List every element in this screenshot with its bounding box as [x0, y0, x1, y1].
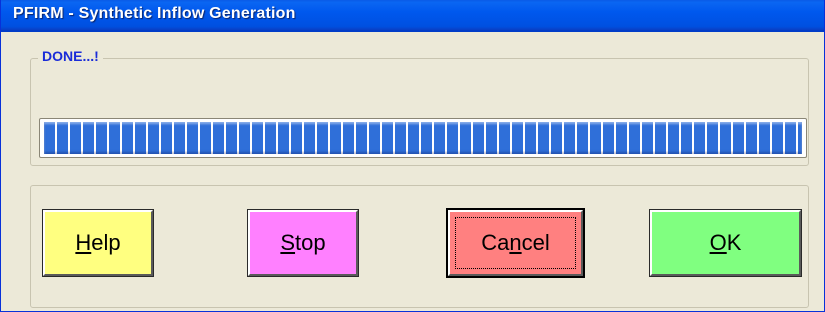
help-button-label: elp: [91, 230, 121, 255]
status-label: DONE...!: [38, 48, 103, 64]
help-button[interactable]: Help: [42, 209, 154, 277]
cancel-button-mnemonic: n: [509, 230, 522, 255]
cancel-button-label-start: Ca: [481, 230, 510, 255]
help-button-mnemonic: H: [75, 230, 92, 255]
stop-button-label: top: [295, 230, 326, 255]
cancel-focus-rect: Ca n cel: [455, 217, 576, 269]
stop-button[interactable]: Stop: [247, 209, 359, 277]
ok-button-mnemonic: O: [709, 230, 727, 255]
ok-button[interactable]: OK: [649, 209, 802, 277]
cancel-button[interactable]: Ca n cel: [446, 208, 585, 278]
cancel-button-label-end: cel: [521, 230, 550, 255]
title-bar[interactable]: PFIRM - Synthetic Inflow Generation: [1, 0, 824, 32]
window-title: PFIRM - Synthetic Inflow Generation: [13, 5, 296, 22]
progress-track: [44, 122, 802, 154]
progress-bar: [39, 118, 807, 158]
dialog-window: PFIRM - Synthetic Inflow Generation DONE…: [0, 0, 825, 312]
stop-button-mnemonic: S: [280, 230, 296, 255]
ok-button-label: K: [726, 230, 742, 255]
progress-fill: [44, 122, 802, 154]
